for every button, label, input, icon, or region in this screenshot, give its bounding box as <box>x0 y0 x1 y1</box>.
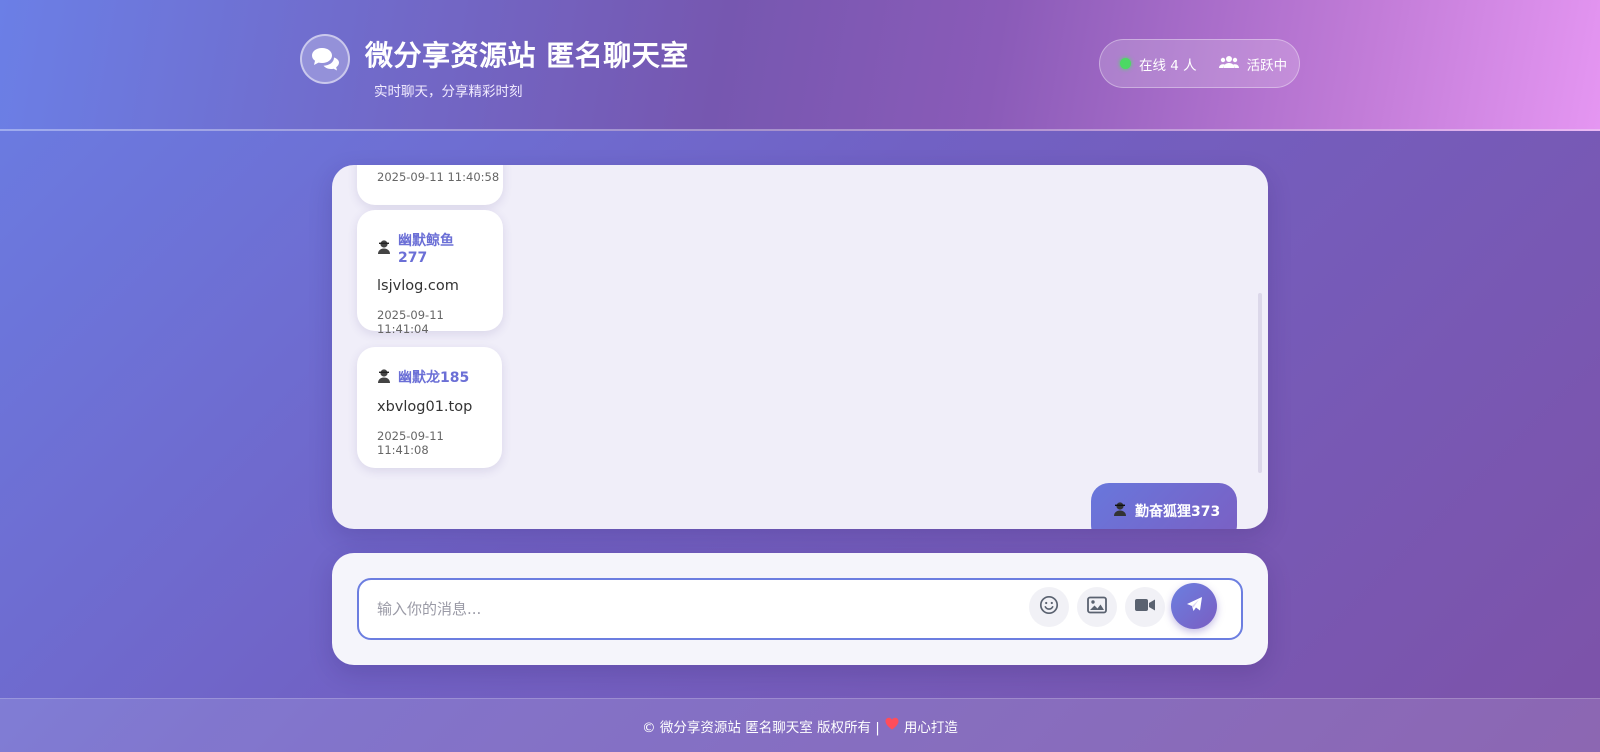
message-username[interactable]: 幽默鲸鱼277 <box>398 230 483 266</box>
own-chat-message: 勤奋狐狸373 <box>1091 483 1237 529</box>
footer-copyright: © 微分享资源站 匿名聊天室 版权所有 | <box>642 719 880 736</box>
footer-made-with: 用心打造 <box>903 719 958 736</box>
message-username: 勤奋狐狸373 <box>1135 504 1221 520</box>
message-composer <box>332 553 1268 665</box>
incognito-user-icon <box>377 239 391 258</box>
chat-messages-panel[interactable]: 2025-09-11 11:40:58 幽默鲸鱼277 lsjvlog.com … <box>332 165 1268 529</box>
message-username[interactable]: 幽默龙185 <box>398 367 469 387</box>
send-button[interactable] <box>1171 583 1217 629</box>
video-icon <box>1134 597 1156 617</box>
image-icon <box>1087 596 1107 618</box>
app-header: 微分享资源站 匿名聊天室 实时聊天，分享精彩时刻 在线 4 人 活跃中 <box>0 0 1600 131</box>
emoji-button[interactable] <box>1029 587 1069 627</box>
send-icon <box>1186 596 1203 617</box>
online-dot-icon <box>1120 58 1131 69</box>
message-time: 2025-09-11 11:41:08 <box>377 429 444 457</box>
incognito-user-icon <box>377 368 391 387</box>
message-time: 2025-09-11 11:41:04 <box>377 308 444 336</box>
page-footer: © 微分享资源站 匿名聊天室 版权所有 | 用心打造 <box>0 698 1600 752</box>
chat-message: 幽默鲸鱼277 lsjvlog.com 2025-09-11 11:41:04 <box>357 210 503 336</box>
video-button[interactable] <box>1125 587 1165 627</box>
online-count: 在线 4 人 <box>1139 57 1197 74</box>
image-button[interactable] <box>1077 587 1117 627</box>
message-time: 2025-09-11 11:40:58 <box>377 170 500 184</box>
message-text: lsjvlog.com <box>377 278 459 294</box>
chat-bubbles-icon <box>300 34 350 84</box>
heart-icon <box>885 717 899 734</box>
page-title: 微分享资源站 匿名聊天室 <box>365 39 689 72</box>
chat-scrollbar[interactable] <box>1258 293 1262 473</box>
emoji-icon <box>1039 595 1059 619</box>
chat-message: 幽默龙185 xbvlog01.top 2025-09-11 11:41:08 <box>357 347 502 468</box>
incognito-user-icon <box>1113 501 1127 520</box>
page-subtitle: 实时聊天，分享精彩时刻 <box>374 84 523 100</box>
message-input-box <box>357 578 1243 640</box>
chat-message: 2025-09-11 11:40:58 <box>357 165 503 205</box>
activity-status: 活跃中 <box>1246 57 1288 74</box>
message-input[interactable] <box>377 594 1017 624</box>
online-status: 在线 4 人 活跃中 <box>1099 39 1300 88</box>
users-icon <box>1218 55 1239 73</box>
message-text: xbvlog01.top <box>377 399 473 415</box>
